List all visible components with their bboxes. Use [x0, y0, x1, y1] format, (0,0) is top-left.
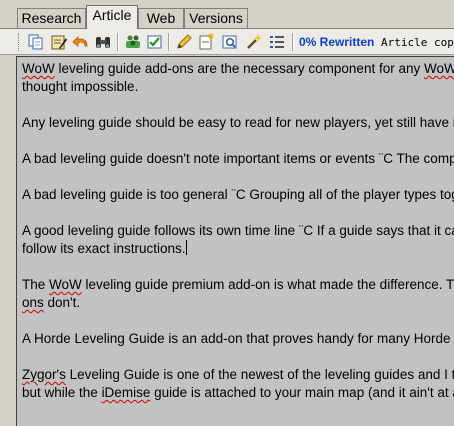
text-run: leveling guide add-ons are the necessary…: [54, 61, 424, 76]
paragraph: Any leveling guide should be easy to rea…: [22, 115, 454, 130]
tab-label: Web: [146, 10, 176, 26]
text-run: The: [22, 277, 50, 292]
toolbar-separator: [168, 33, 170, 51]
toolbar-separator: [292, 33, 294, 51]
text-run: A good leveling guide follows its own ti…: [22, 223, 454, 238]
group-icon[interactable]: [124, 33, 142, 51]
misspelled-word: WoW: [49, 277, 82, 292]
status-text: Article copie: [381, 36, 454, 49]
text-run: don't.: [43, 295, 81, 310]
tab-versions[interactable]: Versions: [184, 8, 248, 28]
copy-icon[interactable]: [27, 33, 45, 51]
binoculars-icon[interactable]: [94, 33, 112, 51]
article-text[interactable]: WoW leveling guide add-ons are the neces…: [22, 60, 454, 420]
rewritten-percentage: 0% Rewritten: [299, 35, 375, 49]
tab-strip: Research Article Web Versions: [0, 0, 454, 29]
misspelled-word: iDemise: [101, 385, 151, 400]
text-run: but while the: [22, 385, 102, 400]
tab-label: Versions: [189, 10, 243, 26]
text-run: guide is attached to your main map (and …: [150, 385, 454, 400]
misspelled-word: WoW: [22, 61, 55, 76]
paragraph: A bad leveling guide is too general ¨C G…: [22, 187, 454, 202]
undo-icon[interactable]: [72, 33, 90, 51]
text-run: thought impossible.: [22, 79, 139, 94]
tab-research[interactable]: Research: [17, 8, 86, 28]
paragraph: A good leveling guide follows its own ti…: [22, 222, 454, 258]
pencil-icon[interactable]: [175, 33, 193, 51]
paragraph: A Horde Leveling Guide is an add-on that…: [22, 331, 454, 346]
tab-label: Article: [92, 7, 132, 23]
new-note-icon[interactable]: [198, 33, 216, 51]
preview-icon[interactable]: [221, 33, 239, 51]
list-icon[interactable]: [268, 33, 286, 51]
text-run: leveling guide premium add-on is what ma…: [81, 277, 454, 292]
toolbar: 0% Rewritten Article copie: [0, 29, 454, 55]
magic-wand-icon[interactable]: [245, 33, 263, 51]
tab-label: Research: [21, 10, 82, 26]
text-run: follow its exact instructions.: [22, 241, 186, 256]
paragraph: Zygor's Leveling Guide is one of the new…: [22, 366, 454, 402]
tab-article[interactable]: Article: [86, 5, 138, 29]
edit-document-icon[interactable]: [50, 33, 68, 51]
misspelled-word: WoW: [423, 61, 454, 76]
paragraph: WoW leveling guide add-ons are the neces…: [22, 60, 454, 96]
toolbar-grip[interactable]: [18, 33, 22, 51]
misspelled-word: Zygor's: [22, 367, 66, 382]
text-cursor: [185, 240, 187, 255]
paragraph: A bad leveling guide doesn't note import…: [22, 151, 454, 166]
text-run: Leveling Guide is one of the newest of t…: [65, 367, 454, 382]
tab-web[interactable]: Web: [138, 8, 184, 28]
paragraph: The WoW leveling guide premium add-on is…: [22, 276, 454, 312]
article-editor[interactable]: WoW leveling guide add-ons are the neces…: [16, 56, 454, 426]
misspelled-word: ons: [22, 295, 44, 310]
checkmark-icon[interactable]: [146, 33, 164, 51]
toolbar-separator: [117, 33, 119, 51]
